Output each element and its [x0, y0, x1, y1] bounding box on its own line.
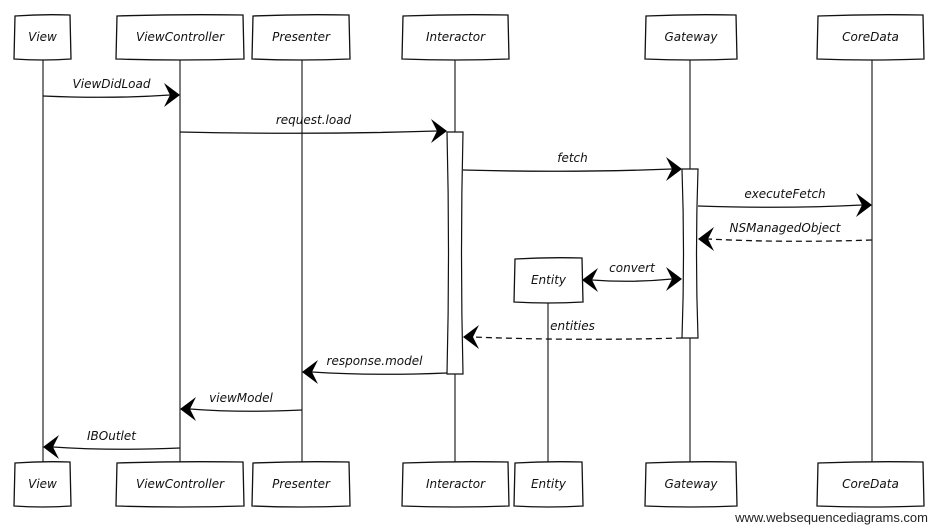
message-request-load[interactable]: request.load — [179, 113, 447, 143]
participant-bottom-coredata[interactable]: CoreData — [816, 461, 925, 508]
participant-label: CoreData — [842, 30, 899, 44]
participant-bottom-entity[interactable]: Entity — [513, 461, 584, 508]
participant-label: Entity — [531, 273, 567, 287]
participant-top-gateway[interactable]: Gateway — [644, 14, 738, 61]
message-viewmodel[interactable]: viewModel — [180, 391, 303, 421]
message-label: fetch — [557, 151, 588, 165]
message-fetch[interactable]: fetch — [462, 151, 682, 181]
message-label: response.model — [327, 354, 424, 368]
participant-top-entity[interactable]: Entity — [513, 257, 584, 304]
participant-bottom-interactor[interactable]: Interactor — [401, 461, 510, 508]
participant-boxes: View View ViewController ViewController Pres… — [13, 14, 925, 508]
message-line — [472, 336, 683, 340]
participant-label: Entity — [531, 477, 567, 491]
watermark[interactable]: www.websequencediagrams.com — [735, 510, 928, 525]
message-response-model[interactable]: response.model — [302, 354, 448, 384]
participant-bottom-viewcontroller[interactable]: ViewController — [115, 461, 245, 508]
message-line — [591, 278, 673, 282]
message-nsmanagedobject[interactable]: NSManagedObject — [698, 221, 873, 251]
message-line — [179, 130, 438, 134]
participant-label: View — [28, 30, 57, 44]
message-label: entities — [550, 319, 595, 333]
participant-bottom-presenter[interactable]: Presenter — [251, 461, 351, 508]
message-label: convert — [609, 261, 656, 275]
message-label: request.load — [276, 113, 352, 127]
message-iboutlet[interactable]: IBOutlet — [43, 429, 181, 459]
participant-top-view[interactable]: View — [13, 14, 72, 61]
participant-top-viewcontroller[interactable]: ViewController — [115, 14, 245, 61]
message-line — [707, 238, 873, 242]
participant-label: ViewController — [136, 477, 225, 491]
message-label: NSManagedObject — [730, 221, 842, 235]
participant-label: Interactor — [426, 30, 486, 44]
message-executefetch[interactable]: executeFetch — [697, 187, 872, 217]
message-line — [462, 168, 673, 172]
participant-label: CoreData — [842, 477, 899, 491]
participant-bottom-gateway[interactable]: Gateway — [644, 461, 738, 508]
activations — [446, 131, 699, 375]
participant-label: View — [28, 477, 57, 491]
message-entities[interactable]: entities — [463, 319, 683, 349]
participant-label: ViewController — [136, 30, 225, 44]
activation-interactor — [446, 131, 464, 375]
message-line — [311, 371, 448, 375]
message-line — [52, 446, 181, 450]
participant-label: Gateway — [664, 477, 718, 491]
message-line — [189, 408, 303, 412]
participant-label: Presenter — [272, 477, 331, 491]
participant-label: Interactor — [426, 477, 486, 491]
message-line — [42, 94, 171, 98]
sequence-diagram: ViewDidLoad request.load fetch executeFetch… — [13, 14, 925, 508]
participant-label: Presenter — [272, 30, 331, 44]
message-label: executeFetch — [744, 187, 825, 201]
participant-bottom-view[interactable]: View — [13, 461, 72, 508]
message-convert[interactable]: convert — [582, 261, 682, 292]
message-viewdidload[interactable]: ViewDidLoad — [42, 77, 180, 107]
participant-label: Gateway — [664, 30, 718, 44]
message-label: viewModel — [209, 391, 273, 405]
message-line — [697, 204, 863, 208]
message-label: IBOutlet — [87, 429, 137, 443]
participant-top-coredata[interactable]: CoreData — [816, 14, 925, 61]
message-label: ViewDidLoad — [73, 77, 151, 91]
participant-top-interactor[interactable]: Interactor — [401, 14, 510, 61]
participant-top-presenter[interactable]: Presenter — [251, 14, 351, 61]
activation-gateway — [681, 168, 699, 339]
